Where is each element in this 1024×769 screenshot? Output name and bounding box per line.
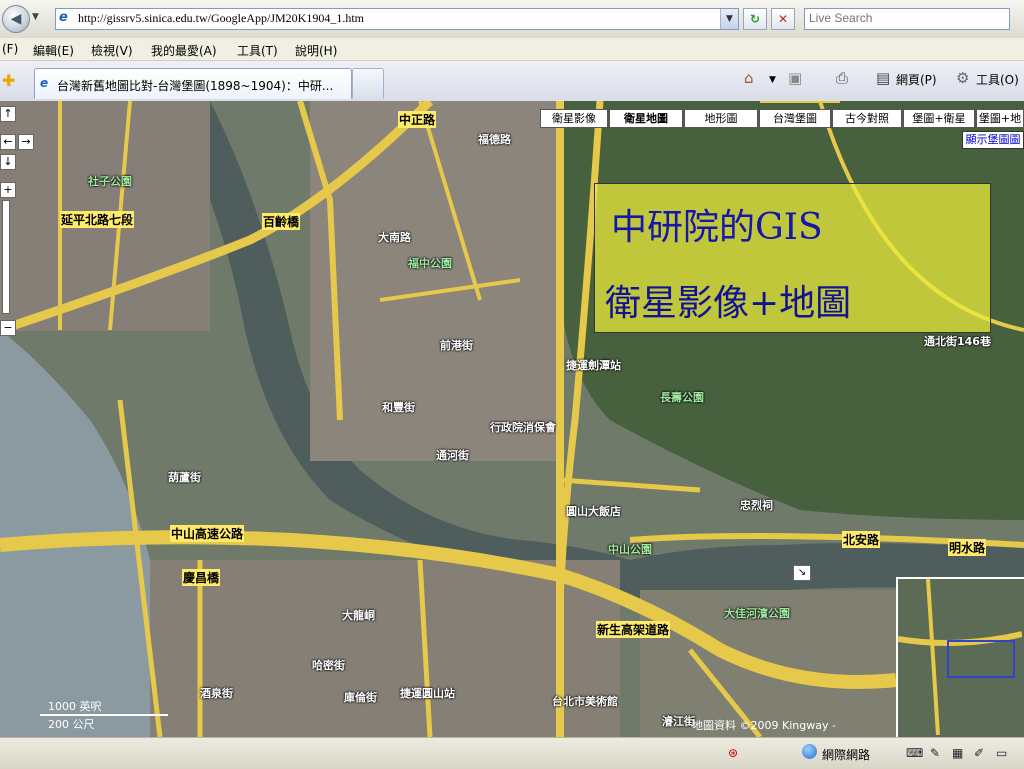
home-dropdown-icon[interactable]: ▼: [769, 75, 776, 85]
tab-active[interactable]: e 台灣新舊地圖比對-台灣堡圖(1898~1904)：中研...: [34, 68, 352, 99]
new-tab-button[interactable]: [352, 68, 384, 99]
map-label-qingchang-bridge: 慶昌橋: [182, 569, 221, 586]
stop-button[interactable]: ✕: [771, 8, 795, 30]
map-label-hami: 哈密街: [312, 659, 345, 672]
scale-meters: 200 公尺: [48, 718, 95, 731]
zoom-out-button[interactable]: −: [0, 320, 16, 336]
zone-label: 網際網路: [822, 748, 871, 762]
tab-bar: ✚ e 台灣新舊地圖比對-台灣堡圖(1898~1904)：中研... ⌂ ▼ ▣…: [0, 61, 1024, 102]
tablet-icon[interactable]: ▦: [952, 746, 963, 760]
map-label-beian-road: 北安路: [842, 531, 881, 548]
map-label-zhongshan-hwy: 中山高速公路: [170, 525, 245, 542]
pen-icon[interactable]: ✎: [930, 746, 940, 760]
overview-toggle-icon[interactable]: ↘: [793, 565, 811, 581]
menu-tools[interactable]: 工具(T): [237, 42, 278, 59]
internet-zone-icon: [802, 744, 817, 759]
back-button[interactable]: ◀: [2, 5, 30, 33]
map-tab-past-present[interactable]: 古今對照: [832, 109, 902, 128]
menu-view[interactable]: 檢視(V): [91, 42, 133, 59]
overview-map-image: [897, 578, 1023, 736]
tools-gear-icon[interactable]: ⚙: [956, 69, 969, 87]
map-label-fude: 福德路: [478, 133, 511, 146]
tab-title: 台灣新舊地圖比對-台灣堡圖(1898~1904)：中研...: [57, 79, 334, 93]
map-label-fine-arts: 台北市美術館: [552, 695, 618, 708]
tools-menu[interactable]: 工具(O): [976, 71, 1019, 88]
map-label-yuanshan-station: 捷運圓山站: [400, 687, 455, 700]
zoom-slider[interactable]: [2, 200, 10, 314]
show-baotu-link[interactable]: 顯示堡圖圖: [962, 131, 1024, 149]
map-copyright: 地圖資料 ©2009 Kingway -: [692, 719, 836, 732]
search-box[interactable]: [804, 8, 1010, 30]
map-label-hefeng: 和豐街: [382, 401, 415, 414]
map-label-tongbei: 通北街146巷: [924, 335, 991, 348]
menu-help[interactable]: 說明(H): [295, 42, 337, 59]
scale-bar: 1000 英呎 200 公尺: [40, 698, 168, 732]
map-label-dananlu: 大南路: [378, 231, 411, 244]
map-label-yuanshan-hotel: 圓山大飯店: [566, 505, 621, 518]
zoom-in-button[interactable]: +: [0, 182, 16, 198]
ie-page-icon: e: [59, 10, 68, 25]
window-icon[interactable]: ▭: [996, 746, 1007, 760]
map-tab-terrain[interactable]: 地形圖: [684, 109, 758, 128]
map-tab-baotu-map[interactable]: 堡圖+地: [976, 109, 1024, 128]
zoom-control: ↑ ← → ↓ + −: [0, 104, 40, 340]
menu-bar: (F) 編輯(E) 檢視(V) 我的最愛(A) 工具(T) 說明(H): [0, 38, 1024, 61]
pan-left-icon[interactable]: ←: [0, 134, 16, 150]
map-label-dajia-park: 大佳河濱公園: [724, 607, 790, 620]
print-icon[interactable]: ⎙: [836, 69, 848, 87]
map-label-mingshui-road: 明水路: [948, 539, 987, 556]
map-tab-taiwan-baotu[interactable]: 台灣堡圖: [759, 109, 831, 128]
menu-file[interactable]: (F): [2, 42, 18, 56]
refresh-button[interactable]: ↻: [743, 8, 767, 30]
map-label-tonghe: 通河街: [436, 449, 469, 462]
url-dropdown-icon[interactable]: ▼: [720, 9, 738, 29]
map-label-xinsheng: 新生高架道路: [596, 621, 671, 638]
menu-edit[interactable]: 編輯(E): [33, 42, 74, 59]
url-input[interactable]: [78, 10, 708, 26]
title-overlay: 中研院的GIS 衛星影像+地圖: [594, 183, 991, 333]
map-label-jiuquan: 酒泉街: [200, 687, 233, 700]
scale-feet: 1000 英呎: [40, 698, 168, 716]
overview-map[interactable]: [896, 577, 1024, 741]
map-label-hulu: 葫蘆街: [168, 471, 201, 484]
address-bar: ◀ ▼ e ▼ ↻ ✕: [0, 0, 1024, 39]
history-dropdown-icon[interactable]: ▼: [32, 12, 39, 22]
ie-tab-icon: e: [40, 76, 49, 90]
keyboard-icon[interactable]: ⌨: [906, 746, 923, 760]
overlay-title: 中研院的GIS: [611, 207, 823, 248]
map-label-jiantan-station: 捷運劍潭站: [566, 359, 621, 372]
map-label-yanping: 延平北路七段: [60, 211, 135, 228]
map-label-qiangang: 前港街: [440, 339, 473, 352]
map-label-zhongshan-park: 中山公園: [608, 543, 652, 556]
favorites-star-icon[interactable]: ✚: [2, 71, 15, 90]
map-label-fuzhong-park: 福中公園: [408, 257, 452, 270]
map-label-shezi-park: 社子公園: [88, 175, 132, 188]
map-label-zhonglie: 忠烈祠: [740, 499, 773, 512]
pan-up-icon[interactable]: ↑: [0, 106, 16, 122]
pan-down-icon[interactable]: ↓: [0, 154, 16, 170]
menu-favorites[interactable]: 我的最愛(A): [151, 42, 217, 59]
draw-icon[interactable]: ✐: [974, 746, 984, 760]
page-icon[interactable]: ▤: [876, 69, 890, 87]
pan-right-icon[interactable]: →: [18, 134, 34, 150]
map-label-jiannan: 濬江街: [662, 715, 695, 728]
map-label-xingzheng: 行政院消保會: [490, 421, 556, 434]
map-tab-baotu-satellite[interactable]: 堡圖+衛星: [903, 109, 975, 128]
page-menu[interactable]: 網頁(P): [896, 71, 937, 88]
status-bar: ⊛ 網際網路 ⌨ ✎ ▦ ✐ ▭: [0, 737, 1024, 769]
map-tab-satellite-map[interactable]: 衛星地圖: [609, 109, 683, 128]
map-label-bailing-bridge: 百齡橋: [262, 213, 301, 230]
map-tab-satellite[interactable]: 衛星影像: [540, 109, 608, 128]
search-input[interactable]: [809, 10, 1004, 26]
overlay-subtitle: 衛星影像+地圖: [605, 283, 852, 324]
map-label-zhongzheng: 中正路: [398, 111, 437, 128]
home-icon[interactable]: ⌂: [744, 69, 754, 87]
feeds-icon[interactable]: ▣: [788, 69, 802, 87]
map-label-dalongdong: 大龍峒: [342, 609, 375, 622]
map-label-kulun: 庫倫街: [344, 691, 377, 704]
security-icon[interactable]: ⊛: [728, 746, 738, 760]
url-field[interactable]: e ▼: [55, 8, 739, 30]
map-label-changshou: 長壽公園: [660, 391, 704, 404]
